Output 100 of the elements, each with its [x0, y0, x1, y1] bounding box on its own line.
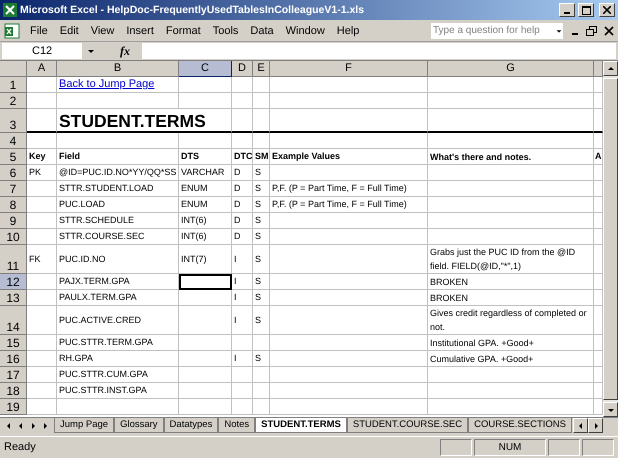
- table-cell: Institutional GPA. +Good+: [428, 335, 594, 351]
- table-cell: [179, 77, 232, 93]
- menu-item[interactable]: Tools: [206, 22, 244, 38]
- table-cell: PUC.ID.NO: [57, 245, 179, 274]
- table-cell: P,F. (P = Part Time, F = Full Time): [270, 197, 428, 213]
- sheet-tab[interactable]: Notes: [218, 418, 256, 433]
- table-cell: PUC.STTR.TERM.GPA: [57, 335, 179, 351]
- sheet-tab[interactable]: Jump Page: [54, 418, 114, 433]
- table-cell: PK: [27, 165, 57, 181]
- table-cell: PUC.STTR.CUM.GPA: [57, 367, 179, 383]
- row-header[interactable]: 19: [0, 399, 27, 415]
- column-header[interactable]: G: [428, 61, 594, 77]
- row-header[interactable]: 10: [0, 229, 27, 245]
- close-icon[interactable]: [604, 26, 614, 36]
- status-panel: [548, 438, 580, 456]
- close-button[interactable]: [599, 3, 615, 17]
- column-heading: DTC: [232, 149, 253, 165]
- menu-item[interactable]: Help: [330, 22, 366, 38]
- sheet-tab[interactable]: STUDENT.COURSE.SEC: [346, 418, 468, 433]
- table-cell: [232, 109, 253, 133]
- row-header[interactable]: 5: [0, 149, 27, 165]
- row-header[interactable]: 8: [0, 197, 27, 213]
- row-header[interactable]: 7: [0, 181, 27, 197]
- active-cell[interactable]: [179, 274, 232, 290]
- maximize-icon: [582, 6, 590, 14]
- row-header[interactable]: 16: [0, 351, 27, 367]
- table-cell: I: [232, 274, 253, 290]
- column-header[interactable]: A: [27, 61, 57, 77]
- table-cell: [27, 181, 57, 197]
- table-cell: [179, 306, 232, 335]
- table-cell: [27, 351, 57, 367]
- row-header[interactable]: 12: [0, 274, 27, 290]
- column-header[interactable]: B: [57, 61, 179, 77]
- table-cell: [179, 133, 232, 149]
- sheet-tab[interactable]: Datatypes: [164, 418, 218, 433]
- menu-item[interactable]: View: [84, 22, 120, 38]
- name-box[interactable]: C12: [2, 43, 82, 59]
- row-header[interactable]: 11: [0, 245, 27, 274]
- table-cell: [27, 213, 57, 229]
- table-cell: PUC.LOAD: [57, 197, 179, 213]
- row-header[interactable]: 6: [0, 165, 27, 181]
- table-cell: [27, 77, 57, 93]
- menu-item[interactable]: Window: [280, 22, 331, 38]
- table-cell: [232, 399, 253, 415]
- table-cell: [27, 274, 57, 290]
- table-cell: [253, 77, 270, 93]
- row-header[interactable]: 17: [0, 367, 27, 383]
- table-cell: [253, 367, 270, 383]
- minimize-button[interactable]: [559, 3, 575, 17]
- select-all-corner[interactable]: [0, 61, 27, 77]
- scroll-right-button[interactable]: [588, 418, 603, 433]
- formula-field[interactable]: [142, 43, 616, 59]
- table-cell: S: [253, 197, 270, 213]
- scroll-down-button[interactable]: [603, 402, 618, 417]
- sheet-tab[interactable]: COURSE.SECTIONS: [468, 418, 572, 433]
- table-cell: [179, 290, 232, 306]
- table-cell: BROKEN: [428, 274, 594, 290]
- table-cell: I: [232, 245, 253, 274]
- row-header[interactable]: 15: [0, 335, 27, 351]
- scroll-up-button[interactable]: [603, 61, 618, 76]
- scroll-left-button[interactable]: [573, 418, 588, 433]
- menu-item[interactable]: Edit: [54, 22, 85, 38]
- column-header[interactable]: D: [232, 61, 253, 77]
- row-header[interactable]: 13: [0, 290, 27, 306]
- status-panel: [440, 438, 472, 456]
- row-header[interactable]: 1: [0, 77, 27, 93]
- spreadsheet-icon: [3, 3, 17, 17]
- table-cell: D: [232, 213, 253, 229]
- row-header[interactable]: 4: [0, 133, 27, 149]
- column-header[interactable]: F: [270, 61, 428, 77]
- row-header[interactable]: 18: [0, 383, 27, 399]
- table-cell: [179, 93, 232, 109]
- sheet-tab[interactable]: STUDENT.TERMS: [255, 418, 347, 433]
- column-header[interactable]: C: [179, 61, 232, 77]
- table-cell: I: [232, 290, 253, 306]
- maximize-button[interactable]: [578, 3, 594, 17]
- status-text: Ready: [4, 441, 37, 453]
- column-header[interactable]: E: [253, 61, 270, 77]
- row-header[interactable]: 3: [0, 109, 27, 133]
- table-cell: [27, 229, 57, 245]
- menu-item[interactable]: File: [24, 22, 54, 38]
- table-cell: [253, 335, 270, 351]
- help-search-field[interactable]: Type a question for help: [430, 22, 564, 40]
- table-cell: FK: [27, 245, 57, 274]
- row-header[interactable]: 2: [0, 93, 27, 109]
- row-header[interactable]: 14: [0, 306, 27, 335]
- table-cell: [232, 367, 253, 383]
- menu-item[interactable]: Format: [160, 22, 207, 38]
- row-header[interactable]: 9: [0, 213, 27, 229]
- table-cell: I: [232, 351, 253, 367]
- table-cell: S: [253, 351, 270, 367]
- status-indicator: NUM: [474, 438, 546, 456]
- table-cell: [179, 351, 232, 367]
- sheet-tab[interactable]: Glossary: [114, 418, 164, 433]
- restore-icon[interactable]: [586, 26, 598, 36]
- table-cell: Gives credit regardless of completed or not.: [428, 306, 594, 335]
- jump-page-link[interactable]: Back to Jump Page: [57, 77, 179, 93]
- menu-item[interactable]: Data: [244, 22, 280, 38]
- menu-item[interactable]: Insert: [120, 22, 160, 38]
- function-label[interactable]: fx: [120, 44, 130, 58]
